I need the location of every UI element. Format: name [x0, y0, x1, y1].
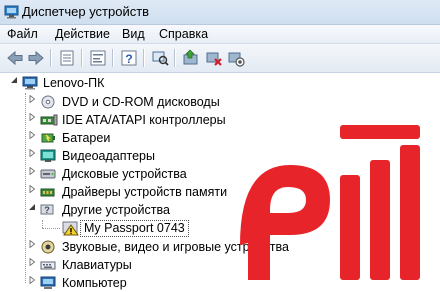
expand-arrow-icon[interactable]	[28, 258, 36, 266]
other-devices-icon: ?	[40, 204, 54, 215]
tree-item-label-selected: My Passport 0743	[80, 220, 189, 237]
expand-arrow-icon[interactable]	[28, 240, 36, 248]
svg-text:?: ?	[44, 205, 50, 215]
tree-root[interactable]: Lenovo-ПК	[0, 74, 440, 92]
expand-arrow-icon[interactable]	[28, 131, 36, 139]
tree-item-label: Батареи	[62, 131, 111, 145]
menu-view[interactable]: Вид	[122, 27, 145, 41]
tree-item-label: DVD и CD-ROM дисководы	[62, 95, 220, 109]
computer-icon	[22, 76, 38, 90]
toolbar: ?	[0, 44, 440, 73]
sound-icon	[41, 240, 55, 254]
device-manager-icon	[4, 5, 19, 19]
menu-action[interactable]: Действие	[55, 27, 110, 41]
menu-help[interactable]: Справка	[159, 27, 208, 41]
svg-text:?: ?	[125, 52, 132, 66]
tree-item-label: IDE ATA/ATAPI контроллеры	[62, 113, 226, 127]
warning-device-icon	[62, 221, 79, 236]
expand-arrow-icon[interactable]	[28, 276, 36, 284]
tree-root-label: Lenovo-ПК	[43, 76, 105, 90]
expand-arrow-icon[interactable]	[28, 149, 36, 157]
menu-file[interactable]: Файл	[7, 27, 38, 41]
tree-item-label: Компьютер	[62, 276, 127, 290]
back-icon[interactable]	[6, 49, 24, 67]
tree-item-label: Драйверы устройств памяти	[62, 185, 228, 199]
expand-arrow-icon[interactable]	[28, 185, 36, 193]
tree-item-label: Дисковые устройства	[62, 167, 187, 181]
uninstall-icon[interactable]	[205, 49, 223, 67]
toolbar-separator	[81, 49, 82, 67]
expand-arrow-icon[interactable]	[28, 113, 36, 121]
tree-item-label: Клавиатуры	[62, 258, 132, 272]
toolbar-separator	[174, 49, 175, 67]
disable-icon[interactable]	[227, 49, 245, 67]
tree-item-label: Другие устройства	[62, 203, 170, 217]
display-adapter-icon	[40, 149, 56, 162]
computer-icon	[40, 276, 56, 289]
scan-hardware-icon[interactable]	[151, 49, 169, 67]
expand-arrow-icon[interactable]	[28, 167, 36, 175]
expand-arrow-icon[interactable]	[28, 95, 36, 103]
collapse-arrow-icon[interactable]	[28, 203, 36, 211]
postila-watermark-logo	[240, 125, 420, 280]
menu-bar: Файл Действие Вид Справка	[0, 25, 440, 44]
help-icon[interactable]: ?	[120, 49, 138, 67]
storage-driver-icon	[40, 188, 55, 197]
window-title: Диспетчер устройств	[22, 4, 150, 19]
ide-controller-icon	[40, 114, 58, 126]
toolbar-separator	[143, 49, 144, 67]
battery-icon	[41, 133, 55, 143]
toolbar-separator	[112, 49, 113, 67]
device-list-icon[interactable]	[58, 49, 76, 67]
toolbar-separator	[50, 49, 51, 67]
collapse-arrow-icon[interactable]	[10, 76, 18, 84]
keyboard-icon	[40, 261, 56, 270]
disk-drive-icon	[40, 169, 56, 179]
tree-item-label: Видеоадаптеры	[62, 149, 155, 163]
forward-icon[interactable]	[27, 49, 45, 67]
properties-icon[interactable]	[89, 49, 107, 67]
update-driver-icon[interactable]	[182, 49, 200, 67]
optical-drive-icon	[41, 95, 55, 109]
title-bar: Диспетчер устройств	[0, 0, 440, 25]
